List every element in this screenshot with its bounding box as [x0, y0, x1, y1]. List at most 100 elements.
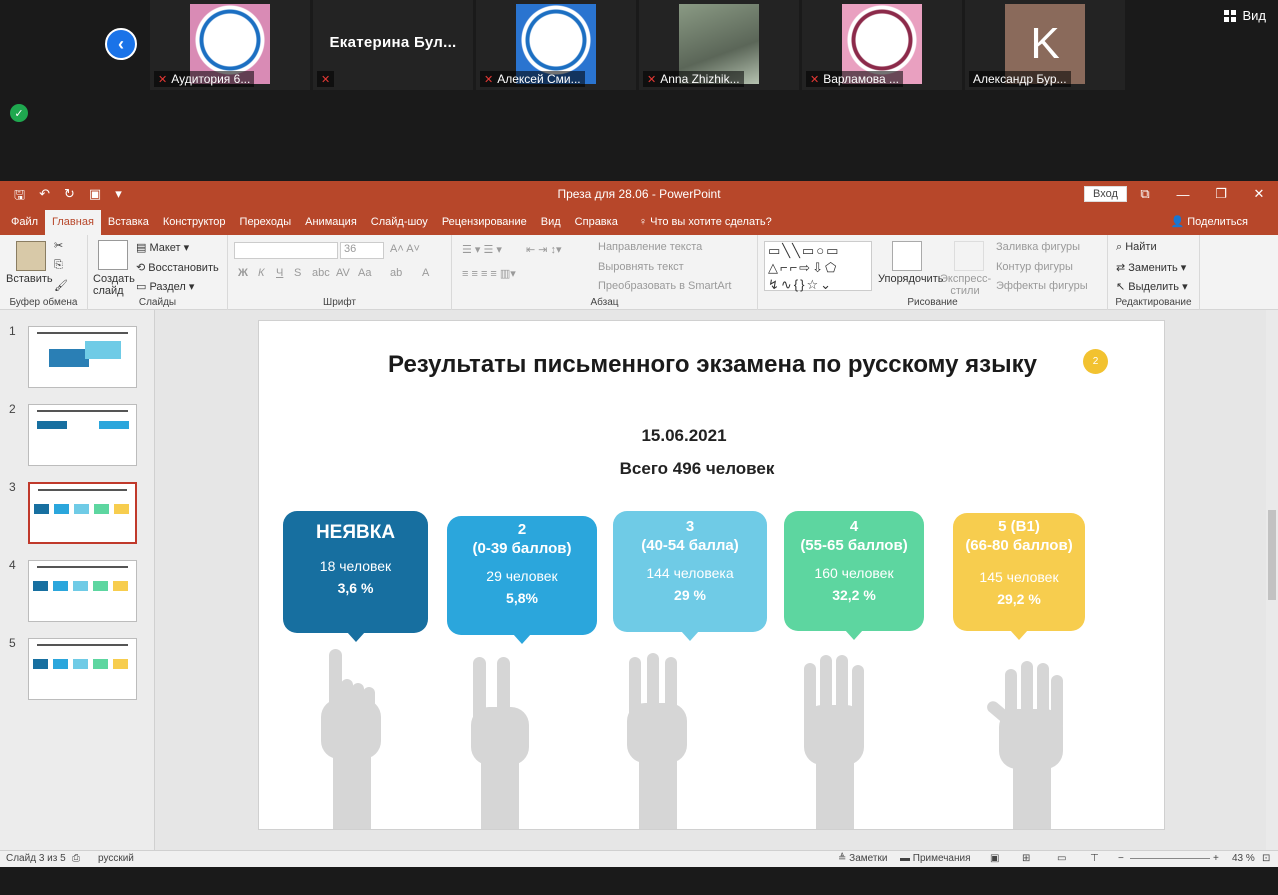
quick-styles-button[interactable]: Экспресс-стили	[940, 273, 991, 297]
result-card[interactable]: 3 (40-54 балла) 144 человека 29 %	[613, 511, 767, 641]
select-button[interactable]: ↖ Выделить ▾	[1116, 280, 1188, 293]
zoom-level[interactable]: 43 %	[1232, 853, 1255, 864]
notes-button[interactable]: ≜ Заметки	[838, 853, 887, 864]
slideshow-icon[interactable]: ⊤	[1090, 853, 1099, 864]
tab-help[interactable]: Справка	[568, 216, 625, 235]
card-percent: 32,2 %	[832, 587, 876, 603]
new-slide-icon[interactable]	[98, 240, 128, 270]
align-text-button[interactable]: Выровнять текст	[598, 261, 684, 273]
shape-effects-button[interactable]: Эффекты фигуры	[996, 280, 1088, 292]
slide-thumbnail-selected[interactable]	[28, 482, 137, 544]
zoom-slider[interactable]	[1130, 858, 1210, 859]
underline-icon[interactable]: Ч	[276, 267, 283, 279]
tab-transitions[interactable]: Переходы	[233, 216, 299, 235]
zoom-out-icon[interactable]: −	[1118, 853, 1124, 864]
maximize-icon[interactable]: ❐	[1202, 181, 1240, 207]
arrange-icon[interactable]	[892, 241, 922, 271]
close-icon[interactable]: ✕	[1240, 181, 1278, 207]
reading-view-icon[interactable]: ▭	[1057, 853, 1066, 864]
minimize-icon[interactable]: —	[1164, 181, 1202, 207]
tab-design[interactable]: Конструктор	[156, 216, 233, 235]
replace-button[interactable]: ⇄ Заменить ▾	[1116, 261, 1186, 274]
paste-button[interactable]: Вставить	[6, 273, 53, 285]
result-card[interactable]: 5 (В1) (66-80 баллов) 145 человек 29,2 %	[953, 513, 1085, 640]
tab-slideshow[interactable]: Слайд-шоу	[364, 216, 435, 235]
view-button[interactable]: Вид	[1224, 8, 1266, 23]
security-shield-icon[interactable]: ✓	[10, 104, 28, 122]
smartart-button[interactable]: Преобразовать в SmartArt	[598, 280, 731, 292]
thumbnail-number: 3	[9, 480, 16, 494]
tab-home[interactable]: Главная	[45, 210, 101, 235]
share-button[interactable]: 👤 Поделиться	[1170, 215, 1248, 228]
total-count[interactable]: Всего 496 человек	[259, 459, 1135, 479]
slide-title[interactable]: Результаты письменного экзамена по русск…	[259, 351, 1164, 379]
tab-review[interactable]: Рецензирование	[435, 216, 534, 235]
slide-thumbnail[interactable]	[28, 638, 137, 700]
quick-styles-icon[interactable]	[954, 241, 984, 271]
paste-icon[interactable]	[16, 241, 46, 271]
bold-icon[interactable]: Ж	[238, 267, 248, 279]
zoom-in-icon[interactable]: +	[1213, 853, 1219, 864]
tell-me-search[interactable]: ♀ Что вы хотите сделать?	[625, 216, 780, 235]
section-button[interactable]: ▭ Раздел ▾	[136, 280, 194, 293]
change-case-icon[interactable]: Aa	[358, 267, 371, 279]
participant-tile[interactable]: K Александр Бур...	[965, 0, 1125, 90]
copy-icon[interactable]: ⎘	[54, 259, 63, 272]
slide-thumbnail[interactable]	[28, 404, 137, 466]
slide-thumbnail[interactable]	[28, 326, 137, 388]
slide-thumbnail[interactable]	[28, 560, 137, 622]
slide-canvas[interactable]: Результаты письменного экзамена по русск…	[258, 320, 1165, 830]
result-card[interactable]: 2 (0-39 баллов) 29 человек 5,8%	[447, 516, 597, 644]
ribbon-display-icon[interactable]: ⧉	[1126, 181, 1164, 207]
format-painter-icon[interactable]: 🖌	[54, 279, 68, 292]
slide-thumbnails-pane: 1 2 3 4 5	[0, 310, 155, 850]
normal-view-icon[interactable]: ▣	[990, 853, 999, 864]
arrange-button[interactable]: Упорядочить	[878, 273, 943, 285]
grow-font-icon[interactable]: A˄ A˅	[390, 243, 420, 255]
group-label: Абзац	[590, 297, 619, 308]
participant-tile[interactable]: ✕ Варламова ...	[802, 0, 962, 90]
scrollbar-thumb[interactable]	[1268, 510, 1276, 600]
result-card[interactable]: 4 (55-65 баллов) 160 человек 32,2 %	[784, 511, 924, 640]
language-indicator[interactable]: русский	[98, 853, 134, 864]
find-button[interactable]: ⌕ Найти	[1116, 241, 1157, 254]
strikethrough-icon[interactable]: abc	[312, 267, 330, 279]
shapes-gallery[interactable]: ▭╲╲▭○▭ △⌐⌐⇨⇩⬠ ↯∿{}☆⌄	[764, 241, 872, 292]
indent-icon[interactable]: ⇤ ⇥ ↕▾	[526, 243, 562, 256]
highlight-icon[interactable]: ab	[390, 267, 402, 279]
spellcheck-icon[interactable]: ⎙	[72, 853, 80, 864]
slide-sorter-icon[interactable]: ⊞	[1022, 853, 1030, 864]
italic-icon[interactable]: К	[258, 267, 264, 279]
search-icon: ⌕	[1116, 241, 1126, 253]
tab-insert[interactable]: Вставка	[101, 216, 156, 235]
reset-button[interactable]: ⟲ Восстановить	[136, 261, 219, 274]
result-card[interactable]: НЕЯВКА 18 человек 3,6 %	[283, 511, 428, 642]
font-size-input[interactable]: 36	[340, 242, 384, 259]
shape-fill-button[interactable]: Заливка фигуры	[996, 241, 1080, 253]
comments-button[interactable]: ▬ Примечания	[900, 853, 971, 864]
previous-page-button[interactable]: ‹	[105, 28, 137, 60]
shadow-icon[interactable]: S	[294, 267, 301, 279]
fit-slide-icon[interactable]: ⊡	[1262, 853, 1270, 864]
card-heading: 3	[685, 518, 695, 535]
spacing-icon[interactable]: AV	[336, 267, 350, 279]
font-color-icon[interactable]: A	[422, 267, 429, 279]
participant-tile[interactable]: Екатерина Бул... ✕	[313, 0, 473, 90]
font-name-input[interactable]	[234, 242, 338, 259]
participant-tile[interactable]: ✕ Аудитория 6...	[150, 0, 310, 90]
cut-icon[interactable]: ✂	[54, 239, 63, 252]
tab-view[interactable]: Вид	[534, 216, 568, 235]
shape-outline-button[interactable]: Контур фигуры	[996, 261, 1073, 273]
signin-button[interactable]: Вход	[1084, 186, 1127, 202]
align-icons[interactable]: ≡ ≡ ≡ ≡ ▥▾	[462, 267, 516, 280]
vertical-scrollbar[interactable]	[1266, 310, 1278, 850]
participant-tile[interactable]: ✕ Anna Zhizhik...	[639, 0, 799, 90]
participant-tile[interactable]: ✕ Алексей Сми...	[476, 0, 636, 90]
text-direction-button[interactable]: Направление текста	[598, 241, 702, 253]
exam-date[interactable]: 15.06.2021	[259, 426, 1109, 446]
bullets-icon[interactable]: ☰ ▾ ☰ ▾	[462, 243, 502, 256]
tab-file[interactable]: Файл	[4, 216, 45, 235]
layout-button[interactable]: ▤ Макет ▾	[136, 241, 189, 254]
tab-animations[interactable]: Анимация	[298, 216, 364, 235]
new-slide-button[interactable]: Создать слайд	[93, 273, 135, 297]
